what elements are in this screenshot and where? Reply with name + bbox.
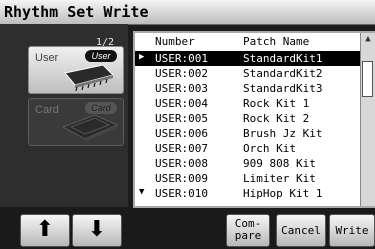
patch-name: HipHop Kit 1 xyxy=(243,187,323,200)
patch-number: USER:009 xyxy=(155,172,208,185)
patch-list[interactable]: Number Patch Name ▶ USER:001 StandardKit1 U… xyxy=(133,31,375,208)
patch-number: USER:002 xyxy=(155,67,208,80)
triangle-right-icon: ▶ xyxy=(139,52,145,62)
triangle-down-icon: ▼ xyxy=(139,187,145,197)
triangle-up-icon[interactable]: ▲ xyxy=(362,34,374,46)
patch-number: USER:005 xyxy=(155,112,208,125)
write-button[interactable]: Write xyxy=(329,214,375,247)
cancel-button[interactable]: Cancel xyxy=(276,214,326,247)
card-media-button[interactable]: Card Card xyxy=(28,98,124,146)
patch-number: USER:007 xyxy=(155,142,208,155)
compare-label-line1: Com- xyxy=(234,217,262,230)
scroll-up-button[interactable]: ⬆ xyxy=(20,214,70,247)
scroll-thumb[interactable] xyxy=(362,61,373,97)
patch-name: Limiter Kit xyxy=(243,172,316,185)
list-item[interactable]: USER:006 Brush Jz Kit xyxy=(135,126,361,141)
user-media-button[interactable]: User User xyxy=(28,46,124,94)
column-header-number: Number xyxy=(155,35,195,48)
patch-name: 909 808 Kit xyxy=(243,157,316,170)
list-item[interactable]: USER:009 Limiter Kit xyxy=(135,171,361,186)
patch-name: StandardKit1 xyxy=(243,52,323,65)
list-item[interactable]: USER:003 StandardKit3 xyxy=(135,81,361,96)
patch-name: Brush Jz Kit xyxy=(243,127,323,140)
patch-name: StandardKit3 xyxy=(243,82,323,95)
patch-name: Orch Kit xyxy=(243,142,296,155)
rhythm-set-write-screen: Rhythm Set Write 1/2 User User Card Card xyxy=(0,0,375,249)
write-label: Write xyxy=(335,224,369,237)
scrollbar[interactable]: ▲ xyxy=(360,33,375,206)
cancel-label: Cancel xyxy=(281,224,321,237)
patch-number: USER:001 xyxy=(155,52,208,65)
patch-name: Rock Kit 2 xyxy=(243,112,310,125)
patch-number: USER:004 xyxy=(155,97,208,110)
list-item[interactable]: USER:005 Rock Kit 2 xyxy=(135,111,361,126)
patch-number: USER:010 xyxy=(155,187,208,200)
list-item[interactable]: ▶ USER:001 StandardKit1 xyxy=(135,51,361,66)
page-title: Rhythm Set Write xyxy=(4,3,149,21)
compare-button[interactable]: Com- pare xyxy=(226,214,270,247)
memory-chip-icon xyxy=(59,61,115,95)
card-media-label: Card xyxy=(35,104,59,116)
patch-name: Rock Kit 1 xyxy=(243,97,310,110)
patch-number: USER:006 xyxy=(155,127,208,140)
list-header: Number Patch Name xyxy=(135,33,361,49)
user-media-label: User xyxy=(35,52,59,64)
list-item[interactable]: USER:004 Rock Kit 1 xyxy=(135,96,361,111)
patch-number: USER:008 xyxy=(155,157,208,170)
patch-number: USER:003 xyxy=(155,82,208,95)
patch-name: StandardKit2 xyxy=(243,67,323,80)
list-item[interactable]: USER:002 StandardKit2 xyxy=(135,66,361,81)
column-header-patch-name: Patch Name xyxy=(243,35,310,48)
title-bar: Rhythm Set Write xyxy=(0,0,375,25)
compare-label-line2: pare xyxy=(234,229,262,242)
list-item[interactable]: ▼ USER:010 HipHop Kit 1 xyxy=(135,186,361,201)
scroll-down-button[interactable]: ⬇ xyxy=(72,214,122,247)
list-item[interactable]: USER:007 Orch Kit xyxy=(135,141,361,156)
memory-card-icon xyxy=(59,113,119,147)
list-item[interactable]: USER:008 909 808 Kit xyxy=(135,156,361,171)
